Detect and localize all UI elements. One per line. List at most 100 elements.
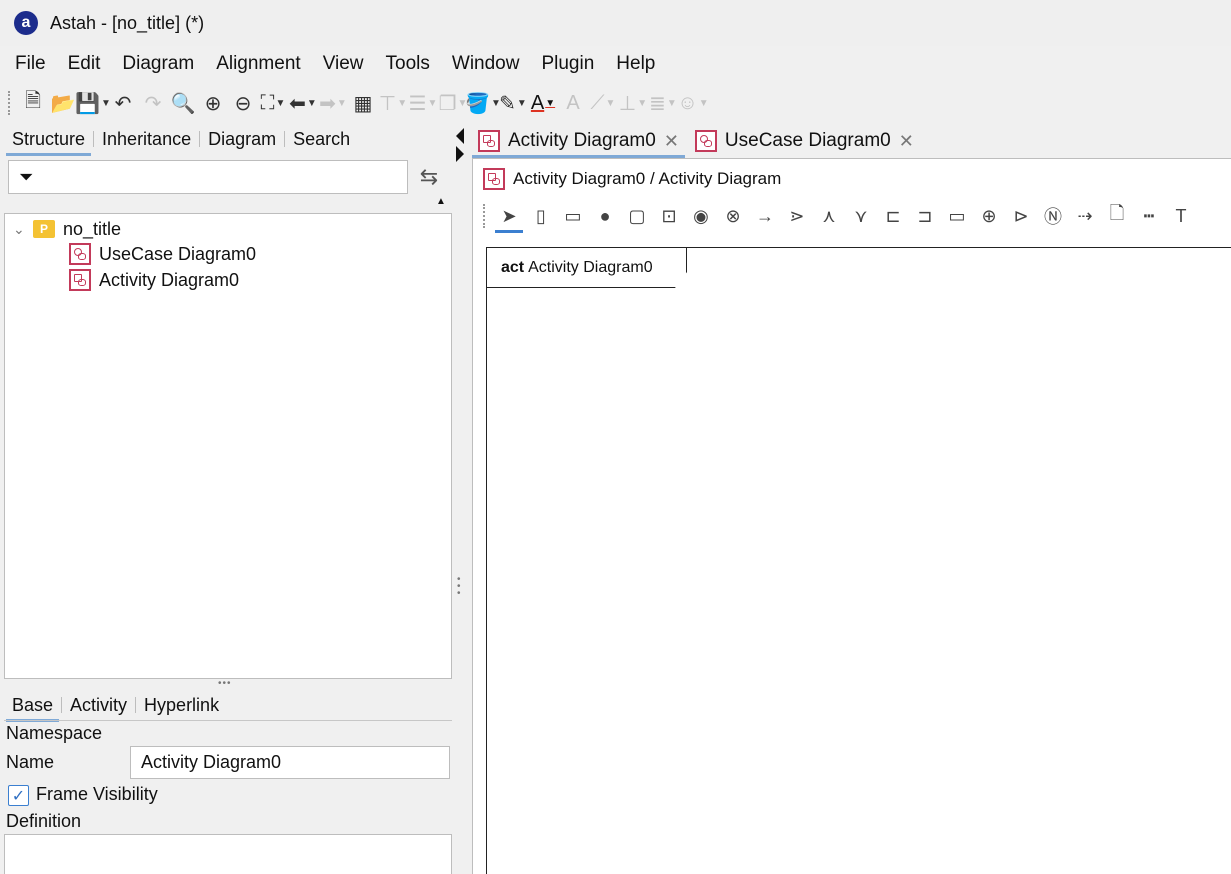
tree-node-label: no_title [63,218,122,239]
flow-final-icon[interactable]: ⊗ [717,201,749,231]
forward-arrow-icon[interactable]: ➡ ▼ [318,89,348,117]
redo-icon[interactable]: ↷ [138,89,168,117]
tab-inheritance[interactable]: Inheritance [94,123,199,155]
action-icon[interactable]: ▢ [621,201,653,231]
arrange-icon[interactable]: ❐ ▼ [438,89,468,117]
definition-label: Definition [6,811,82,831]
tree-node-root[interactable]: ⌄ P no_title [13,217,121,241]
collapse-up-icon[interactable]: ▲ [436,196,446,207]
send-signal-icon[interactable]: ⊳ [1005,201,1037,231]
fork-icon[interactable]: ⋗ [781,201,813,231]
line-color-icon[interactable]: ✎ ▼ [498,89,528,117]
layout-icon[interactable]: ▦ [348,89,378,117]
close-icon[interactable]: ✕ [899,131,914,152]
text-icon[interactable]: T [1165,201,1197,231]
partition-vertical-icon[interactable]: ▯ [525,201,557,231]
namespace-label: Namespace [6,723,103,743]
save-icon[interactable]: 💾 ▼ [75,89,111,117]
zoom-icon[interactable]: 🔍 [168,89,198,117]
menu-tools[interactable]: Tools [375,53,441,75]
align-left-icon[interactable]: ☰ ▼ [408,89,438,117]
list-icon[interactable]: ≣ ▼ [648,89,678,117]
select-tool-icon[interactable]: ➤ [493,201,525,233]
join-icon[interactable]: ⋏ [813,201,845,231]
tree-node-usecase[interactable]: UseCase Diagram0 [69,242,256,266]
menu-edit[interactable]: Edit [57,53,112,75]
dashed-line-icon[interactable]: ┅ [1133,201,1165,231]
font-color-icon[interactable]: A ▼ [528,89,558,117]
usecase-diagram-icon [69,243,91,265]
definition-field[interactable] [4,834,452,874]
note-icon[interactable]: 🗋 [1101,201,1133,231]
undo-icon[interactable]: ↶ [108,89,138,117]
expand-right-icon[interactable] [456,146,464,162]
tab-usecase-diagram[interactable]: UseCase Diagram0 ✕ [687,124,922,158]
open-folder-icon[interactable]: 📂 [48,89,78,117]
output-pin-icon[interactable]: ⊐ [909,201,941,231]
object-node-icon[interactable]: ▭ [941,201,973,231]
tab-activity-diagram[interactable]: Activity Diagram0 ✕ [470,124,687,158]
back-arrow-icon[interactable]: ⬅ ▼ [288,89,318,117]
input-pin-icon[interactable]: ⊏ [877,201,909,231]
diagram-canvas[interactable]: act Activity Diagram0 [486,247,1231,874]
line-style-icon[interactable]: ⟋ ▼ [588,89,618,117]
tab-search[interactable]: Search [285,123,358,155]
control-flow-icon[interactable]: → [749,201,781,231]
tab-structure[interactable]: Structure [4,123,93,156]
activity-diagram-icon [478,130,500,152]
menu-window[interactable]: Window [441,53,531,75]
tab-diagram[interactable]: Diagram [200,123,284,155]
frame-visibility-checkbox[interactable]: ✓ [8,785,29,806]
collapse-left-icon[interactable] [456,128,464,144]
tab-base[interactable]: Base [4,689,61,722]
menu-plugin[interactable]: Plugin [530,53,605,75]
tab-activity[interactable]: Activity [62,689,135,721]
align-top-icon[interactable]: ⊤ ▼ [378,89,408,117]
project-view-tabs: Structure Inheritance Diagram Search [0,122,456,156]
menu-view[interactable]: View [312,53,375,75]
frame-visibility-label: Frame Visibility [36,784,158,804]
filter-input[interactable]: ⏷ [8,160,408,194]
menu-help[interactable]: Help [605,53,666,75]
tab-label: UseCase Diagram0 [724,130,891,151]
tree-node-label: UseCase Diagram0 [99,243,257,264]
frame-keyword: act [501,258,525,276]
fill-color-icon[interactable]: 🪣 ▼ [465,89,501,117]
emoji-icon[interactable]: ☺ ▼ [677,89,708,117]
zoom-in-icon[interactable]: ⊕ [198,89,228,117]
fit-to-window-icon[interactable]: ⛶ ▼ [258,89,288,117]
toolbar-grip[interactable] [8,91,12,115]
activity-diagram-icon [483,168,505,190]
splitter-grip-icon[interactable]: • • • [457,575,461,599]
menu-diagram[interactable]: Diagram [111,53,205,75]
palette-grip[interactable] [483,204,487,228]
connector-icon[interactable]: ⊕ [973,201,1005,231]
window-title: Astah - [no_title] (*) [50,12,205,33]
name-field[interactable]: Activity Diagram0 [130,746,450,779]
note-n-icon[interactable]: Ⓝ [1037,201,1069,231]
main-toolbar: 🗎 📂 💾 ▼ ↶ ↷ 🔍 ⊕ ⊖ ⛶ ▼ ⬅ ▼ ➡ ▼ ▦ ⊤ ▼ ☰ ▼ ❐ ▼ 🪣 ▼ … [0,86,1231,120]
menu-alignment[interactable]: Alignment [205,53,312,75]
breadcrumb-text: Activity Diagram0 / Activity Diagram [513,169,782,188]
new-file-icon[interactable]: 🗎 [18,89,48,117]
divider [4,720,452,721]
tab-hyperlink[interactable]: Hyperlink [136,689,227,721]
diagram-frame-label[interactable]: act Activity Diagram0 [487,248,687,288]
zoom-out-icon[interactable]: ⊖ [228,89,258,117]
partition-horizontal-icon[interactable]: ▭ [557,201,589,231]
merge-icon[interactable]: ⋎ [845,201,877,231]
close-icon[interactable]: ✕ [664,131,679,152]
usecase-diagram-icon [694,130,717,152]
chevron-down-icon[interactable]: ⌄ [13,221,33,238]
initial-node-icon[interactable]: ● [589,201,621,231]
call-behavior-icon[interactable]: ⊡ [653,201,685,231]
final-node-icon[interactable]: ◉ [685,201,717,231]
tree-layout-icon[interactable]: ⊥ ▼ [618,89,648,117]
font-size-icon[interactable]: A [558,89,588,117]
dependency-icon[interactable]: ⇢ [1069,201,1101,231]
tree-node-activity[interactable]: Activity Diagram0 [69,268,239,292]
sync-icon[interactable]: ⇆ [416,164,442,190]
vertical-splitter[interactable] [456,122,470,874]
diagram-palette: ➤ ▯ ▭ ● ▢ ⊡ ◉ ⊗ → ⋗ ⋏ ⋎ ⊏ ⊐ ▭ ⊕ ⊳ Ⓝ ⇢ 🗋 … [483,199,1231,233]
menu-file[interactable]: File [4,53,57,75]
